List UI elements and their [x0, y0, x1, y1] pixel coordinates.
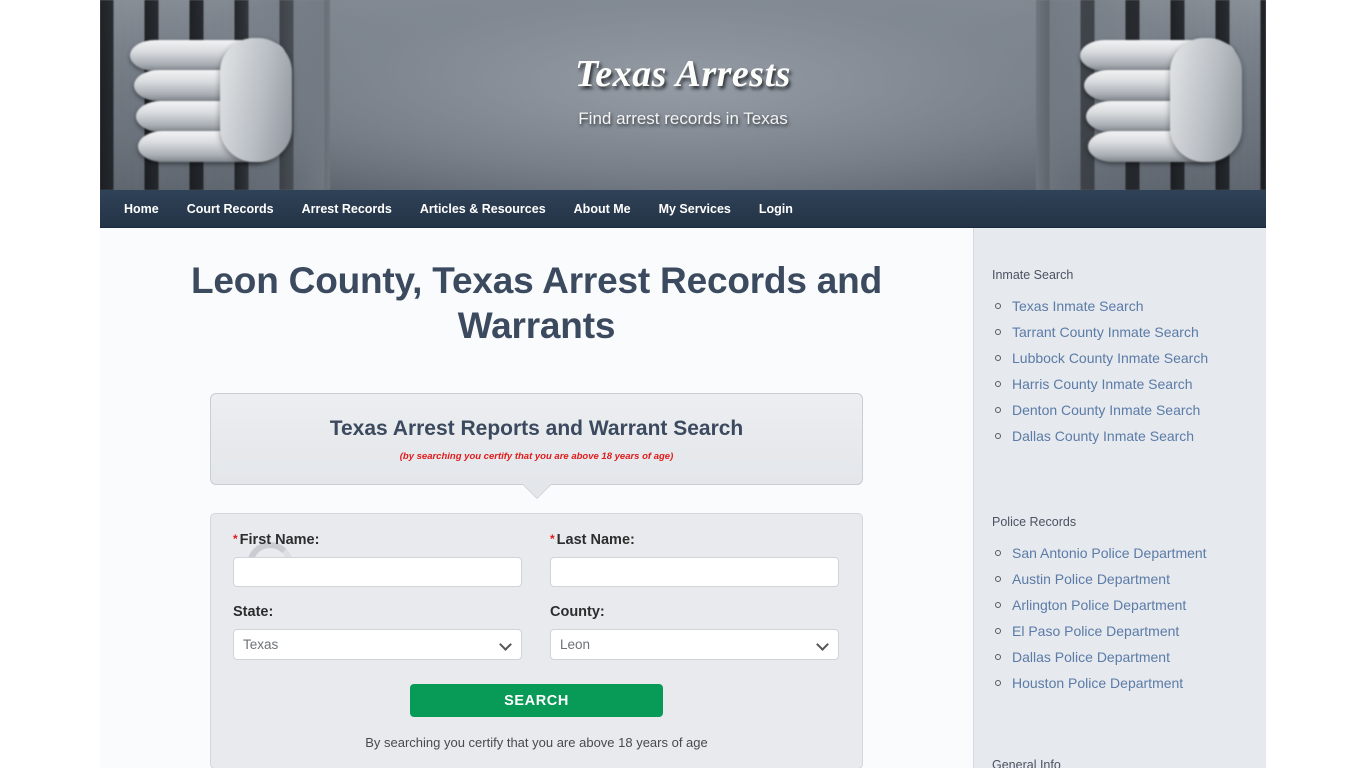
nav-item-court-records[interactable]: Court Records: [173, 190, 288, 228]
widget-title-police-records: Police Records: [992, 515, 1077, 529]
site-title: Texas Arrests: [575, 53, 791, 95]
age-certification-note: (by searching you certify that you are a…: [399, 451, 674, 462]
link-austin-police-department[interactable]: Austin Police Department: [1012, 571, 1170, 587]
bullet-icon: [995, 628, 1001, 634]
sidebar-widget-police-records: Police Records San Antonio Police Depart…: [990, 515, 1266, 692]
certify-note: By searching you certify that you are ab…: [365, 735, 708, 750]
bullet-icon: [995, 355, 1001, 361]
bullet-icon: [995, 602, 1001, 608]
nav-item-my-services[interactable]: My Services: [645, 190, 745, 228]
bullet-icon: [995, 680, 1001, 686]
bullet-icon: [995, 407, 1001, 413]
sidebar: Inmate Search Texas Inmate Search Tarran…: [973, 228, 1266, 768]
link-lubbock-county-inmate-search[interactable]: Lubbock County Inmate Search: [1012, 350, 1208, 366]
search-button[interactable]: SEARCH: [410, 684, 663, 717]
site-banner: Texas Arrests Find arrest records in Tex…: [100, 0, 1266, 190]
list-item: San Antonio Police Department: [995, 545, 1266, 562]
list-item: Denton County Inmate Search: [995, 402, 1266, 419]
search-panel-heading: Texas Arrest Reports and Warrant Search: [329, 417, 744, 440]
bullet-icon: [995, 303, 1001, 309]
widget-title-inmate-search: Inmate Search: [992, 268, 1074, 282]
search-header-panel: Texas Arrest Reports and Warrant Search …: [210, 393, 863, 498]
search-button-wrapper: SEARCH: [233, 684, 840, 717]
bullet-icon: [995, 576, 1001, 582]
first-name-field-group: * First Name:: [233, 532, 522, 587]
link-el-paso-police-department[interactable]: El Paso Police Department: [1012, 623, 1179, 639]
bullet-icon: [995, 433, 1001, 439]
nav-item-arrest-records[interactable]: Arrest Records: [288, 190, 406, 228]
link-san-antonio-police-department[interactable]: San Antonio Police Department: [1012, 545, 1207, 561]
list-item: Dallas County Inmate Search: [995, 428, 1266, 445]
list-item: Dallas Police Department: [995, 649, 1266, 666]
banner-text-block: Texas Arrests Find arrest records in Tex…: [100, 52, 1266, 130]
required-marker-first-name: *: [233, 532, 238, 546]
first-name-label: * First Name:: [233, 532, 522, 548]
police-records-link-list: San Antonio Police Department Austin Pol…: [990, 545, 1266, 692]
site-container: Texas Arrests Find arrest records in Tex…: [100, 0, 1266, 768]
first-name-input[interactable]: [233, 557, 522, 587]
first-name-label-text: First Name:: [239, 532, 320, 548]
county-select-wrapper: Leon: [550, 629, 839, 660]
widget-title-general-info: General Info: [992, 758, 1061, 768]
panel-pointer-triangle-icon: [522, 484, 551, 498]
list-item: Arlington Police Department: [995, 597, 1266, 614]
bullet-icon: [995, 654, 1001, 660]
state-select[interactable]: Texas: [233, 629, 522, 660]
main-content-column: Leon County, Texas Arrest Records and Wa…: [100, 228, 973, 768]
bullet-icon: [995, 329, 1001, 335]
county-label: County:: [550, 604, 605, 620]
inmate-search-link-list: Texas Inmate Search Tarrant County Inmat…: [990, 298, 1266, 445]
last-name-field-group: * Last Name:: [550, 532, 839, 587]
last-name-label-text: Last Name:: [556, 532, 635, 548]
last-name-label: * Last Name:: [550, 532, 839, 548]
state-label: State:: [233, 604, 274, 620]
nav-item-home[interactable]: Home: [110, 190, 173, 228]
sidebar-widget-inmate-search: Inmate Search Texas Inmate Search Tarran…: [990, 268, 1266, 445]
arrest-search-form: * First Name: * Last Name: State: Texas …: [210, 513, 863, 768]
list-item: Houston Police Department: [995, 675, 1266, 692]
nav-item-articles-resources[interactable]: Articles & Resources: [406, 190, 560, 228]
list-item: Lubbock County Inmate Search: [995, 350, 1266, 367]
last-name-input[interactable]: [550, 557, 839, 587]
link-houston-police-department[interactable]: Houston Police Department: [1012, 675, 1183, 691]
state-select-wrapper: Texas: [233, 629, 522, 660]
page-root: Texas Arrests Find arrest records in Tex…: [0, 0, 1366, 768]
link-tarrant-county-inmate-search[interactable]: Tarrant County Inmate Search: [1012, 324, 1199, 340]
nav-item-about-me[interactable]: About Me: [560, 190, 645, 228]
page-title: Leon County, Texas Arrest Records and Wa…: [191, 260, 882, 346]
list-item: Tarrant County Inmate Search: [995, 324, 1266, 341]
name-field-row: * First Name: * Last Name:: [233, 532, 840, 587]
search-header-panel-wrapper: Texas Arrest Reports and Warrant Search …: [210, 393, 863, 498]
list-item: Austin Police Department: [995, 571, 1266, 588]
main-navigation: Home Court Records Arrest Records Articl…: [100, 190, 1266, 228]
state-field-group: State: Texas: [233, 604, 522, 660]
link-arlington-police-department[interactable]: Arlington Police Department: [1012, 597, 1186, 613]
bullet-icon: [995, 550, 1001, 556]
body-columns: Leon County, Texas Arrest Records and Wa…: [100, 228, 1266, 768]
link-dallas-police-department[interactable]: Dallas Police Department: [1012, 649, 1170, 665]
required-marker-last-name: *: [550, 532, 555, 546]
site-tagline: Find arrest records in Texas: [578, 109, 788, 128]
location-field-row: State: Texas County: Leon: [233, 604, 840, 660]
link-texas-inmate-search[interactable]: Texas Inmate Search: [1012, 298, 1144, 314]
list-item: Texas Inmate Search: [995, 298, 1266, 315]
county-field-group: County: Leon: [550, 604, 839, 660]
bullet-icon: [995, 381, 1001, 387]
link-denton-county-inmate-search[interactable]: Denton County Inmate Search: [1012, 402, 1200, 418]
link-harris-county-inmate-search[interactable]: Harris County Inmate Search: [1012, 376, 1193, 392]
list-item: Harris County Inmate Search: [995, 376, 1266, 393]
list-item: El Paso Police Department: [995, 623, 1266, 640]
link-dallas-county-inmate-search[interactable]: Dallas County Inmate Search: [1012, 428, 1194, 444]
nav-item-login[interactable]: Login: [745, 190, 807, 228]
sidebar-widget-general-info: General Info: [990, 758, 1266, 768]
county-select[interactable]: Leon: [550, 629, 839, 660]
